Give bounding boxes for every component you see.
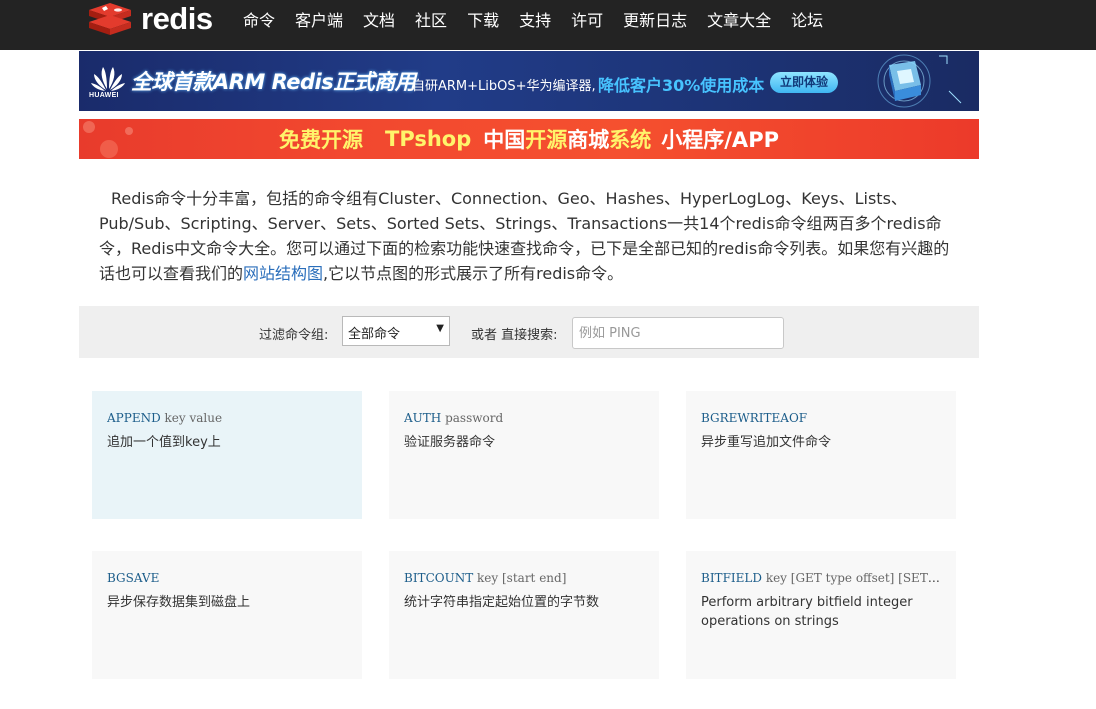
- tpshop-ad-banner[interactable]: 免费开源 TPshop 中国 开源 商城 系统 小程序/APP: [79, 119, 979, 159]
- try-now-button[interactable]: 立即体验: [770, 72, 838, 93]
- command-description: 验证服务器命令: [404, 435, 496, 450]
- slogan-part-system: 系统: [609, 128, 652, 152]
- command-name: BGREWRITEAOF: [701, 411, 808, 425]
- nav-item-clients[interactable]: 客户端: [295, 7, 343, 31]
- group-filter-select[interactable]: 全部命令 ▼: [342, 316, 450, 346]
- command-card-bitcount[interactable]: BITCOUNT key [start end] 统计字符串指定起始位置的字节数: [389, 551, 659, 679]
- filter-bar: 过滤命令组: 全部命令 ▼ 或者 直接搜索:: [79, 306, 979, 358]
- slogan-part-tpshop: TPshop: [385, 127, 472, 151]
- command-name: BITCOUNT: [404, 571, 474, 585]
- command-name: BGSAVE: [107, 571, 160, 585]
- search-label: 或者 直接搜索:: [471, 328, 558, 343]
- chevron-down-icon: ▼: [436, 323, 444, 334]
- command-description: 异步保存数据集到磁盘上: [107, 595, 251, 610]
- slogan-part-app: 小程序/APP: [661, 128, 779, 152]
- command-signature: BITCOUNT key [start end]: [404, 571, 644, 585]
- group-filter-label: 过滤命令组:: [259, 328, 329, 343]
- command-description: 异步重写追加文件命令: [701, 435, 832, 450]
- slogan-part-opensource: 开源: [525, 128, 568, 152]
- command-description: Perform arbitrary bitfield integer opera…: [701, 595, 913, 629]
- search-input[interactable]: [572, 317, 784, 349]
- command-args: key [start end]: [477, 571, 567, 585]
- nav-item-changelog[interactable]: 更新日志: [623, 7, 687, 31]
- banner-highlight: 降低客户30%使用成本: [598, 76, 765, 95]
- chip-illustration-icon: [877, 54, 962, 108]
- slogan-part-free: 免费开源: [279, 128, 363, 152]
- nav-item-license[interactable]: 许可: [571, 7, 603, 31]
- command-name: APPEND: [107, 411, 161, 425]
- command-signature: BITFIELD key [GET type offset] [SET type…: [701, 571, 941, 585]
- command-name: BITFIELD: [701, 571, 762, 585]
- command-signature: BGSAVE: [107, 571, 347, 585]
- slogan-part-china: 中国: [483, 128, 526, 152]
- nav-item-commands[interactable]: 命令: [243, 7, 275, 31]
- command-description: 统计字符串指定起始位置的字节数: [404, 595, 600, 610]
- command-description: 追加一个值到key上: [107, 435, 221, 450]
- command-args: password: [445, 411, 504, 425]
- nav-item-support[interactable]: 支持: [519, 7, 551, 31]
- nav-item-docs[interactable]: 文档: [363, 7, 395, 31]
- command-signature: APPEND key value: [107, 411, 347, 425]
- sitemap-link[interactable]: 网站结构图: [243, 264, 323, 283]
- command-signature: AUTH password: [404, 411, 644, 425]
- nav-item-download[interactable]: 下载: [467, 7, 499, 31]
- nav-item-community[interactable]: 社区: [415, 7, 447, 31]
- command-card-auth[interactable]: AUTH password 验证服务器命令: [389, 391, 659, 519]
- redis-cube-icon: [89, 3, 131, 35]
- huawei-ad-banner[interactable]: HUAWEI 全球首款ARM Redis正式商用 自研ARM+LibOS+华为编…: [79, 51, 979, 111]
- command-card-bitfield[interactable]: BITFIELD key [GET type offset] [SET type…: [686, 551, 956, 679]
- redis-logo[interactable]: redis: [87, 0, 213, 38]
- nav-item-articles[interactable]: 文章大全: [707, 7, 771, 31]
- main-nav: 命令 客户端 文档 社区 下载 支持 许可 更新日志 文章大全 论坛: [243, 0, 843, 38]
- tpshop-slogan: 免费开源 TPshop 中国 开源 商城 系统 小程序/APP: [79, 119, 979, 159]
- command-card-append[interactable]: APPEND key value 追加一个值到key上: [92, 391, 362, 519]
- command-card-bgsave[interactable]: BGSAVE 异步保存数据集到磁盘上: [92, 551, 362, 679]
- logo-text: redis: [141, 1, 213, 36]
- command-name: AUTH: [404, 411, 442, 425]
- intro-text-end: ,它以节点图的形式展示了所有redis命令。: [323, 264, 624, 283]
- group-filter-value: 全部命令: [348, 327, 401, 342]
- command-args: key value: [164, 411, 223, 425]
- huawei-brand-text: HUAWEI: [89, 92, 119, 99]
- slogan-part-mall: 商城: [567, 128, 610, 152]
- command-card-bgrewriteaof[interactable]: BGREWRITEAOF 异步重写追加文件命令: [686, 391, 956, 519]
- command-signature: BGREWRITEAOF: [701, 411, 941, 425]
- banner-title: 全球首款ARM Redis正式商用: [131, 70, 416, 94]
- command-args: key [GET type offset] [SET type offset v…: [765, 571, 941, 585]
- intro-paragraph: Redis命令十分丰富，包括的命令组有Cluster、Connection、Ge…: [99, 186, 959, 286]
- top-navbar: redis 命令 客户端 文档 社区 下载 支持 许可 更新日志 文章大全 论坛: [0, 0, 1096, 50]
- nav-item-forum[interactable]: 论坛: [791, 7, 823, 31]
- banner-subtitle: 自研ARM+LibOS+华为编译器,: [412, 79, 596, 94]
